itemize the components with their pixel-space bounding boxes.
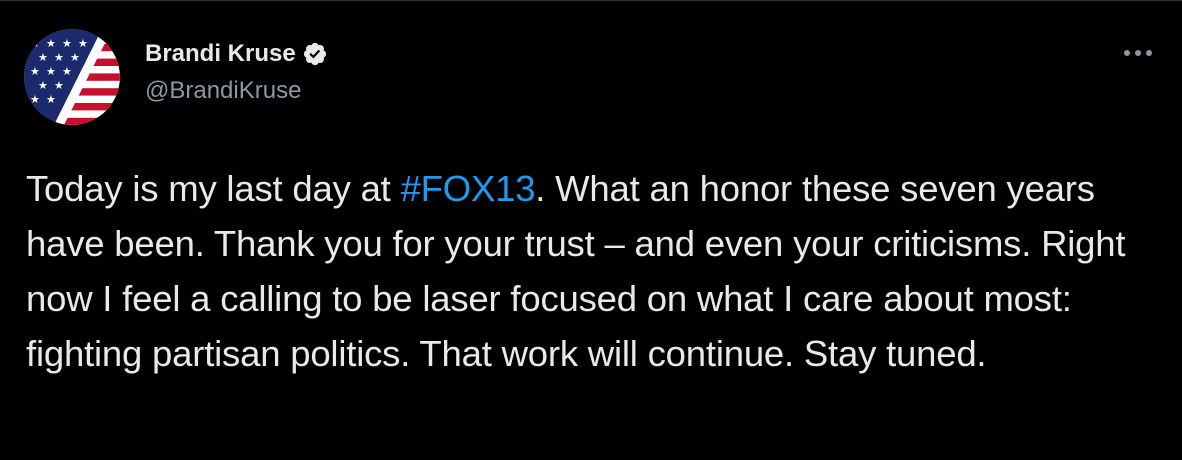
more-horizontal-icon (1124, 50, 1152, 56)
svg-text:★: ★ (54, 79, 64, 92)
svg-text:★: ★ (46, 37, 56, 50)
display-name[interactable]: Brandi Kruse (145, 40, 296, 68)
tweet-header: Brandi Kruse @BrandiKruse (145, 39, 328, 105)
svg-text:★: ★ (62, 65, 72, 78)
svg-text:★: ★ (46, 93, 56, 106)
verified-badge-icon (302, 41, 328, 67)
handle[interactable]: @BrandiKruse (145, 77, 328, 105)
name-row: Brandi Kruse (145, 39, 328, 69)
svg-text:★: ★ (46, 65, 56, 78)
svg-text:★: ★ (78, 37, 88, 50)
svg-text:★: ★ (70, 51, 80, 64)
svg-text:★: ★ (62, 37, 72, 50)
avatar[interactable]: ★ ★ ★ ★ ★ ★ ★ ★ ★ ★ ★ ★ ★ ★ (24, 29, 120, 125)
svg-text:★: ★ (30, 37, 40, 50)
svg-text:★: ★ (54, 51, 64, 64)
svg-text:★: ★ (38, 79, 48, 92)
hashtag-link[interactable]: #FOX13 (401, 168, 536, 209)
svg-text:★: ★ (30, 93, 40, 106)
svg-text:★: ★ (38, 51, 48, 64)
tweet-text-before: Today is my last day at (26, 168, 401, 209)
tweet-card: ★ ★ ★ ★ ★ ★ ★ ★ ★ ★ ★ ★ ★ ★ Brandi Kruse… (0, 0, 1182, 460)
svg-text:★: ★ (30, 65, 40, 78)
more-options-button[interactable] (1120, 39, 1156, 67)
tweet-text: Today is my last day at #FOX13. What an … (26, 161, 1156, 381)
american-flag-avatar-icon: ★ ★ ★ ★ ★ ★ ★ ★ ★ ★ ★ ★ ★ ★ (24, 29, 120, 125)
